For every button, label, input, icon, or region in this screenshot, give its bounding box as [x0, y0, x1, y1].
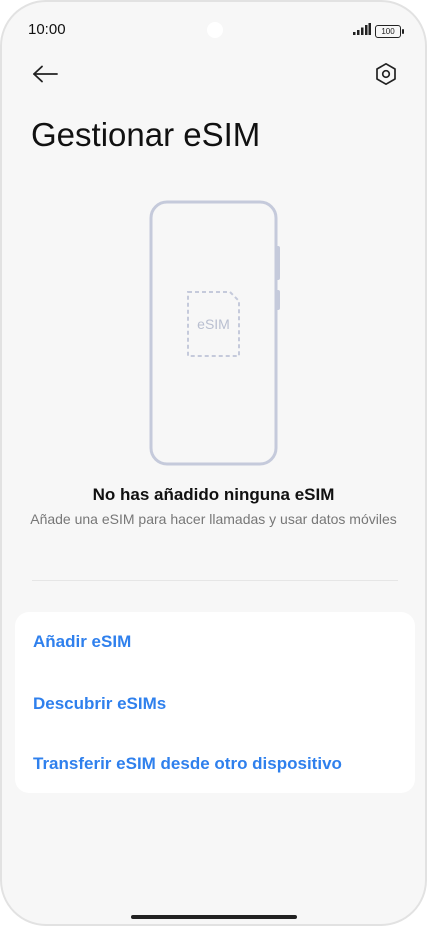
- phone-screen: 10:00 100 Gestionar eSIM eSIM No has aña…: [0, 0, 427, 926]
- add-esim-button[interactable]: Añadir eSIM: [33, 632, 131, 652]
- hexagon-settings-icon: [374, 62, 398, 91]
- divider: [32, 580, 398, 581]
- discover-esims-button[interactable]: Descubrir eSIMs: [33, 694, 166, 714]
- front-camera: [207, 22, 223, 38]
- status-bar: 10:00 100: [2, 2, 425, 58]
- empty-state-subtitle: Añade una eSIM para hacer llamadas y usa…: [30, 511, 397, 527]
- signal-icon: [353, 22, 371, 40]
- arrow-left-icon: [32, 65, 58, 88]
- settings-button[interactable]: [367, 58, 405, 94]
- status-time: 10:00: [28, 21, 66, 38]
- empty-state-title: No has añadido ninguna eSIM: [92, 485, 335, 504]
- esim-chip-label: eSIM: [197, 316, 230, 332]
- battery-icon: 100: [375, 24, 404, 38]
- page-title: Gestionar eSIM: [31, 116, 261, 153]
- phone-esim-illustration: eSIM: [144, 198, 286, 468]
- home-indicator[interactable]: [131, 915, 297, 919]
- actions-card: Añadir eSIM Descubrir eSIMs Transferir e…: [15, 612, 415, 793]
- transfer-esim-button[interactable]: Transferir eSIM desde otro dispositivo: [33, 754, 342, 774]
- status-indicators: 100: [353, 22, 404, 40]
- back-button[interactable]: [26, 58, 64, 94]
